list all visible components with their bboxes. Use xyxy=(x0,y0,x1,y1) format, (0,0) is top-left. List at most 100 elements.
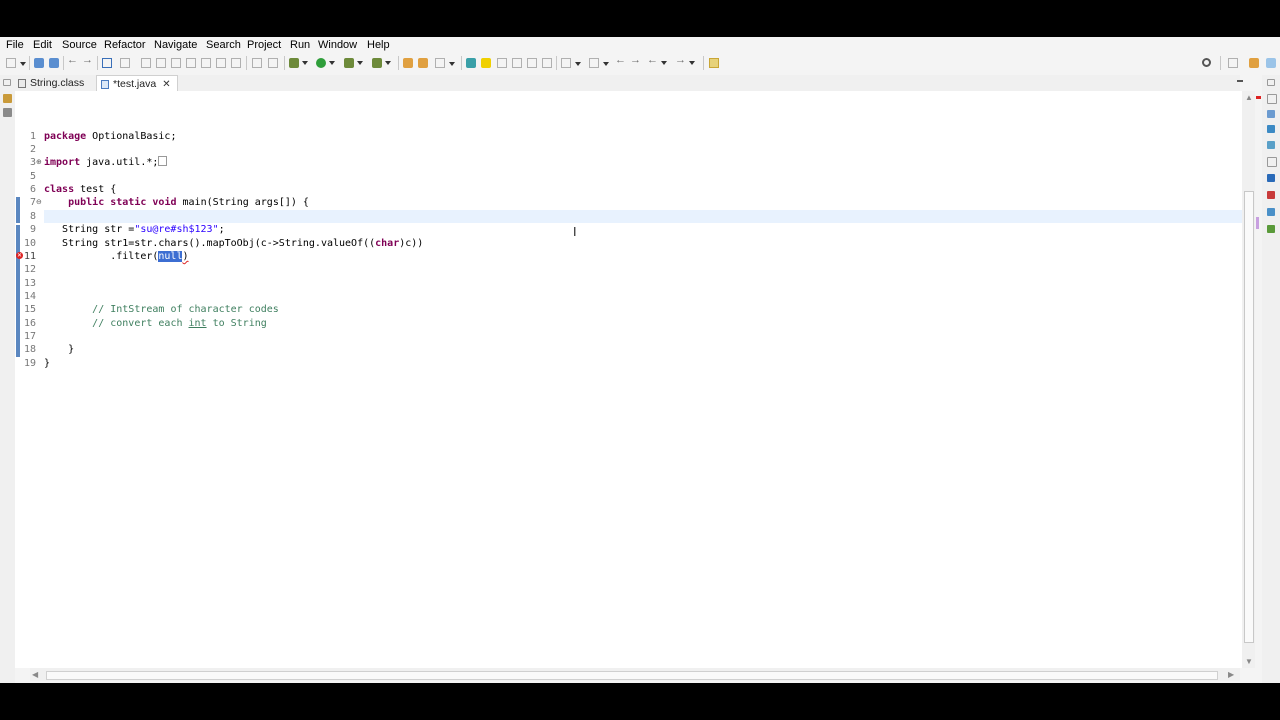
tab-string-class[interactable]: String.class xyxy=(18,75,96,91)
javadoc-icon[interactable] xyxy=(1267,141,1275,149)
line-number-ruler: 1 2 3 ⊕ 5 6 7 ⊖ 8 9 10 11 12 13 14 15 16… xyxy=(15,91,44,668)
menu-edit[interactable]: Edit xyxy=(33,39,52,51)
suspend-icon[interactable] xyxy=(156,58,166,68)
scroll-down-icon[interactable]: ▼ xyxy=(1245,657,1253,666)
menu-run[interactable]: Run xyxy=(290,39,310,51)
close-icon[interactable]: ✕ xyxy=(162,79,170,90)
fold-icon[interactable]: ⊕ xyxy=(36,158,42,166)
horizontal-scrollbar[interactable]: ◀ ▶ xyxy=(30,668,1240,681)
new-icon[interactable] xyxy=(6,58,26,68)
keyword: static xyxy=(110,197,147,208)
next-annotation-icon[interactable] xyxy=(561,58,581,68)
terminal-view-icon[interactable] xyxy=(1267,225,1275,233)
step-return-icon[interactable] xyxy=(231,58,241,68)
problems-icon[interactable] xyxy=(1267,125,1275,133)
minimize-icon[interactable] xyxy=(1237,80,1243,82)
overview-ruler-marker[interactable] xyxy=(1256,217,1259,229)
new-java-project-icon[interactable] xyxy=(403,58,413,68)
scroll-thumb[interactable] xyxy=(46,671,1218,680)
coverage-icon[interactable] xyxy=(344,58,363,68)
open-perspective-button-icon[interactable] xyxy=(1228,58,1238,68)
restore-icon[interactable] xyxy=(1267,79,1275,86)
class-file-icon xyxy=(18,78,26,88)
vertical-scrollbar[interactable]: ▲ ▼ xyxy=(1242,91,1255,668)
undo-icon[interactable] xyxy=(67,54,78,68)
terminal-icon[interactable] xyxy=(102,58,112,68)
menu-window[interactable]: Window xyxy=(318,39,357,51)
scroll-thumb[interactable] xyxy=(1244,191,1254,643)
menu-navigate[interactable]: Navigate xyxy=(154,39,197,51)
use-step-filters-icon[interactable] xyxy=(268,58,278,68)
code-text: main(String args[]) { xyxy=(176,197,309,208)
menu-project[interactable]: Project xyxy=(247,39,281,51)
block-selection-icon[interactable] xyxy=(512,58,522,68)
error-log-icon[interactable] xyxy=(1267,191,1275,199)
forward-history-icon[interactable] xyxy=(630,54,641,68)
toolbar-separator xyxy=(398,56,399,70)
folded-imports-icon[interactable] xyxy=(158,156,168,166)
comment: to String xyxy=(206,318,267,329)
scroll-up-icon[interactable]: ▲ xyxy=(1245,93,1253,102)
drop-to-frame-icon[interactable] xyxy=(252,58,262,68)
tab-label: *test.java xyxy=(113,78,157,90)
forward-icon[interactable] xyxy=(675,54,695,68)
error-icon[interactable]: ✕ xyxy=(16,252,23,259)
menu-help[interactable]: Help xyxy=(367,39,390,51)
run-icon[interactable] xyxy=(316,58,335,68)
back-icon[interactable] xyxy=(647,54,667,68)
open-type-icon[interactable] xyxy=(418,58,428,68)
restore-icon[interactable] xyxy=(3,79,11,86)
i-beam-cursor-icon: I xyxy=(573,225,577,239)
right-trim-stack xyxy=(1262,75,1280,683)
declaration-icon[interactable] xyxy=(1267,157,1277,167)
line-number: 2 xyxy=(29,144,36,155)
menu-source[interactable]: Source xyxy=(62,39,97,51)
skip-breakpoints-icon[interactable] xyxy=(120,58,130,68)
comment: // IntStream of character codes xyxy=(92,304,279,315)
java-perspective-icon[interactable] xyxy=(1266,58,1276,68)
word-wrap-icon[interactable] xyxy=(527,58,537,68)
toggle-breadcrumb-icon[interactable] xyxy=(497,58,507,68)
open-perspective-icon[interactable] xyxy=(466,58,476,68)
line-number: 10 xyxy=(23,238,36,249)
terminate-icon[interactable] xyxy=(171,58,181,68)
main-toolbar xyxy=(0,54,1280,73)
external-tools-icon[interactable] xyxy=(372,58,391,68)
package-explorer-icon[interactable] xyxy=(3,94,12,103)
last-edit-location-icon[interactable] xyxy=(615,54,626,68)
code-text: } xyxy=(44,344,75,355)
outline-icon[interactable] xyxy=(1267,94,1277,104)
search-icon[interactable] xyxy=(1202,58,1211,67)
overview-error-marker[interactable] xyxy=(1256,96,1261,99)
search-tools-icon[interactable] xyxy=(435,58,455,68)
step-over-icon[interactable] xyxy=(216,58,226,68)
code-line-19: } xyxy=(44,357,50,370)
line-number: 14 xyxy=(23,291,36,302)
save-all-icon[interactable] xyxy=(49,58,59,68)
scroll-left-icon[interactable]: ◀ xyxy=(32,670,38,679)
menu-refactor[interactable]: Refactor xyxy=(104,39,146,51)
console-icon[interactable] xyxy=(1267,174,1275,182)
task-list-icon[interactable] xyxy=(1267,110,1275,118)
step-into-icon[interactable] xyxy=(201,58,211,68)
redo-icon[interactable] xyxy=(82,54,93,68)
pin-editor-icon[interactable] xyxy=(709,58,719,68)
scroll-right-icon[interactable]: ▶ xyxy=(1228,670,1234,679)
previous-annotation-icon[interactable] xyxy=(589,58,609,68)
code-editor[interactable]: 1 2 3 ⊕ 5 6 7 ⊖ 8 9 10 11 12 13 14 15 16… xyxy=(15,91,1242,668)
debug-icon[interactable] xyxy=(289,58,308,68)
resume-icon[interactable] xyxy=(141,58,151,68)
fold-icon[interactable]: ⊖ xyxy=(36,198,42,206)
java-ee-perspective-icon[interactable] xyxy=(1249,58,1259,68)
show-whitespace-icon[interactable] xyxy=(542,58,552,68)
servers-icon[interactable] xyxy=(1267,208,1275,216)
hierarchy-icon[interactable] xyxy=(3,108,12,117)
save-icon[interactable] xyxy=(34,58,44,68)
menu-file[interactable]: File xyxy=(6,39,24,51)
disconnect-icon[interactable] xyxy=(186,58,196,68)
tab-test-java[interactable]: *test.java ✕ xyxy=(96,75,178,92)
keyword: import xyxy=(44,157,81,168)
toggle-mark-occurrences-icon[interactable] xyxy=(481,58,491,68)
menu-search[interactable]: Search xyxy=(206,39,241,51)
